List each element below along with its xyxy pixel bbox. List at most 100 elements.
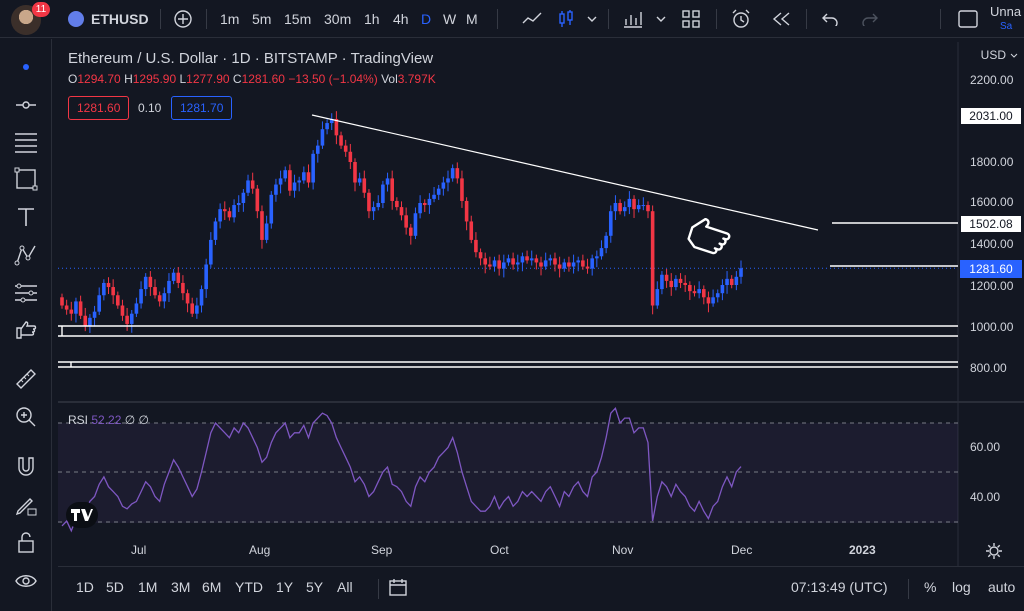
log-scale-toggle[interactable]: log xyxy=(952,579,971,595)
candle-body xyxy=(306,172,311,183)
calendar-icon xyxy=(389,579,407,596)
tradingview-logo[interactable] xyxy=(66,502,98,528)
candle-body xyxy=(185,293,190,304)
low-value: 1277.90 xyxy=(186,72,230,86)
range-1d[interactable]: 1D xyxy=(76,579,94,595)
auto-scale-toggle[interactable]: auto xyxy=(988,579,1015,595)
candle-body xyxy=(585,266,590,269)
candle-body xyxy=(581,260,585,267)
candle-body xyxy=(111,287,115,296)
candle-body xyxy=(78,301,83,316)
chevron-down-icon xyxy=(1010,53,1018,58)
candle-body xyxy=(348,151,353,162)
candle-body xyxy=(650,211,655,306)
utc-clock[interactable]: 07:13:49 (UTC) xyxy=(791,579,887,595)
candle-body xyxy=(227,211,232,218)
candle-body xyxy=(446,178,450,183)
candle-body xyxy=(515,262,520,265)
candle-body xyxy=(353,162,357,183)
range-1m[interactable]: 1M xyxy=(138,579,157,595)
time-label-sep: Sep xyxy=(371,543,393,557)
candle-body xyxy=(60,297,64,306)
time-label-nov: Nov xyxy=(612,543,634,557)
candle-body xyxy=(604,235,608,249)
candle-body xyxy=(283,170,288,179)
candle-body xyxy=(632,198,636,210)
candle-body xyxy=(608,211,613,236)
range-6m[interactable]: 6M xyxy=(202,579,221,595)
range-ytd[interactable]: YTD xyxy=(235,579,263,595)
buy-button[interactable]: 1281.70 xyxy=(171,96,233,120)
candle-body xyxy=(692,291,697,294)
time-label-dec: Dec xyxy=(731,543,753,557)
candle-body xyxy=(660,274,664,290)
spread-value: 0.10 xyxy=(138,101,162,115)
candle-body xyxy=(636,205,641,210)
settings-icon[interactable] xyxy=(985,542,1003,565)
candle-body xyxy=(102,282,106,296)
price-label: 2200.00 xyxy=(970,73,1014,87)
candle-body xyxy=(120,305,125,316)
range-5d[interactable]: 5D xyxy=(106,579,124,595)
candle-body xyxy=(381,184,385,203)
candle-body xyxy=(576,260,581,263)
candle-body xyxy=(367,192,371,212)
candle-body xyxy=(488,264,492,267)
tradingview-logo-icon xyxy=(71,509,93,521)
candle-body xyxy=(399,207,404,216)
candle-body xyxy=(362,178,367,193)
candle-body xyxy=(134,303,139,314)
range-3m[interactable]: 3M xyxy=(171,579,190,595)
sell-button[interactable]: 1281.60 xyxy=(68,96,130,120)
time-label-oct: Oct xyxy=(490,543,509,557)
candle-body xyxy=(655,289,660,306)
time-label-2023: 2023 xyxy=(849,543,876,557)
candle-body xyxy=(729,278,734,285)
candle-body xyxy=(190,303,195,314)
candle-body xyxy=(199,289,204,306)
candle-body xyxy=(422,203,427,206)
candle-body xyxy=(148,276,153,288)
candle-body xyxy=(711,297,715,304)
range-1y[interactable]: 1Y xyxy=(276,579,293,595)
candle-body xyxy=(167,280,171,294)
candle-body xyxy=(413,213,418,236)
candle-body xyxy=(622,207,627,212)
rsi-value: 52.22 xyxy=(91,413,122,427)
bottom-toolbar: 07:13:49 (UTC) % log auto 1D 5D 1M 3M 6M YTD 1… xyxy=(58,566,1024,611)
candle-body xyxy=(497,260,501,269)
volume-value: 3.797K xyxy=(397,72,436,86)
price-chart[interactable] xyxy=(0,0,1024,611)
candle-body xyxy=(571,262,576,267)
candle-body xyxy=(525,256,529,261)
candle-body xyxy=(153,287,157,296)
date-range-button[interactable] xyxy=(388,577,408,600)
range-5y[interactable]: 5Y xyxy=(306,579,323,595)
candle-body xyxy=(492,260,497,267)
candle-body xyxy=(511,258,515,265)
candle-body xyxy=(478,252,483,259)
currency-label[interactable]: USD xyxy=(981,48,1006,62)
candle-body xyxy=(106,282,111,288)
last-price-marker: 1281.60 xyxy=(960,260,1022,278)
candle-body xyxy=(553,258,557,265)
candle-body xyxy=(441,182,446,189)
range-all[interactable]: All xyxy=(337,579,353,595)
candle-body xyxy=(599,248,604,257)
candle-body xyxy=(548,258,553,261)
candle-body xyxy=(357,178,362,183)
candle-body xyxy=(97,295,102,312)
candle-body xyxy=(543,260,548,267)
change-value: −13.50 (−1.04%) xyxy=(288,72,378,86)
hand-icon[interactable] xyxy=(686,217,738,258)
ohlc-legend: O1294.70 H1295.90 L1277.90 C1281.60 −13.… xyxy=(68,72,436,86)
percent-scale-toggle[interactable]: % xyxy=(924,579,936,595)
rsi-level-60: 60.00 xyxy=(970,440,1001,454)
volume-label: Vol xyxy=(381,72,398,86)
candle-body xyxy=(697,289,701,294)
high-value: 1295.90 xyxy=(132,72,177,86)
time-label-aug: Aug xyxy=(249,543,271,557)
candle-body xyxy=(139,289,143,304)
candle-body xyxy=(483,258,488,265)
price-label: 800.00 xyxy=(970,361,1007,375)
